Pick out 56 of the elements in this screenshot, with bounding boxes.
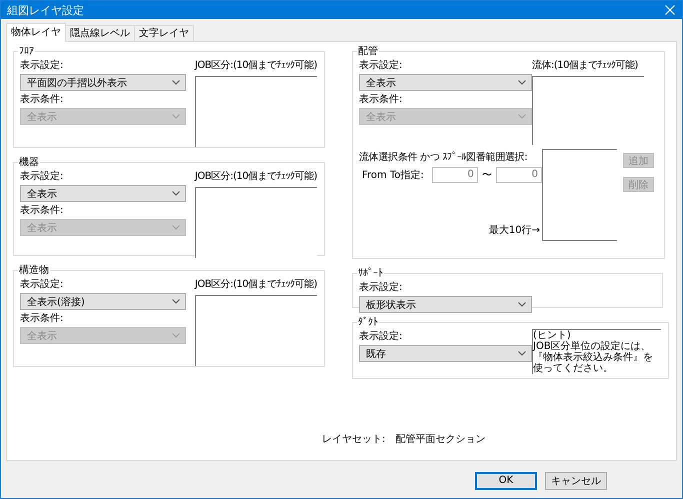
hint-text: JOB区分単位の設定には、『物体表示絞込み条件』を使ってください。 [533,341,654,374]
list-label: JOB区分:(10個までﾁｪｯｸ可能) [194,59,317,73]
from-field[interactable]: 0 [432,167,478,183]
dropdown[interactable]: 既存 [359,345,532,362]
field-label: 表示条件: [20,312,64,326]
dialog-button[interactable]: キャンセル [545,472,607,490]
chevron-down-icon [518,80,526,85]
chevron-down-icon [172,80,180,85]
layer-set-label: レイヤセット: [322,433,386,446]
window-title: 組図レイヤ設定 [7,2,85,18]
range-label: 流体選択条件 かつ ｽﾌﾟｰﾙ図番範囲選択: [359,151,528,165]
chevron-down-icon [172,299,180,304]
field-label: 表示条件: [359,93,404,107]
max-rows-label: 最大10行→ [488,224,541,237]
dropdown[interactable]: 平面図の手摺以外表示 [20,74,186,91]
chevron-down-icon [172,114,180,119]
chevron-down-icon [518,302,526,307]
to-field[interactable]: 0 [496,167,542,183]
list-box[interactable] [542,149,617,241]
group-title: ｻﾎﾟｰﾄ [357,268,384,279]
list-label: JOB区分:(10個までﾁｪｯｸ可能) [194,278,317,292]
dropdown[interactable]: 全表示 [359,74,532,91]
field-label: 表示条件: [20,204,64,218]
dropdown[interactable]: 全表示 [20,185,186,202]
chevron-down-icon [518,114,526,119]
group-title: 機器 [18,157,40,168]
dialog-button[interactable]: OK [475,472,537,490]
range-separator: 〜 [482,169,492,182]
dropdown[interactable]: 全表示(溶接) [20,293,186,310]
tab[interactable]: 文字レイヤ [134,25,194,41]
chevron-down-icon [172,333,180,338]
tab[interactable]: 隠点線レベル [65,25,135,41]
list-label: JOB区分:(10個までﾁｪｯｸ可能) [194,170,317,184]
field-label: 表示設定: [359,281,404,295]
group-title: 配管 [357,46,379,57]
group-title: 構造物 [18,265,50,276]
hint-title: (ヒント) [533,330,572,341]
field-label: 表示設定: [20,59,64,73]
list-box[interactable] [194,76,317,147]
chevron-down-icon [518,351,526,356]
list-box[interactable] [194,295,317,366]
field-label: 表示設定: [20,170,64,184]
list-label: 流体:(10個までﾁｪｯｸ可能) [532,59,638,73]
group-title: ﾀﾞｸﾄ [357,317,379,328]
layer-set-value: 配管平面セクション [395,433,486,446]
dropdown[interactable]: 板形状表示 [359,296,532,313]
from-to-label: From To指定: [362,168,424,182]
close-icon[interactable] [665,5,675,15]
field-label: 表示設定: [359,59,404,73]
tab[interactable]: 物体レイヤ [6,23,66,42]
field-label: 表示設定: [20,278,64,292]
chevron-down-icon [172,191,180,196]
group-title: ﾌﾛｱ [18,46,35,57]
chevron-down-icon [172,225,180,230]
field-label: 表示条件: [20,93,64,107]
field-label: 表示設定: [359,330,404,344]
